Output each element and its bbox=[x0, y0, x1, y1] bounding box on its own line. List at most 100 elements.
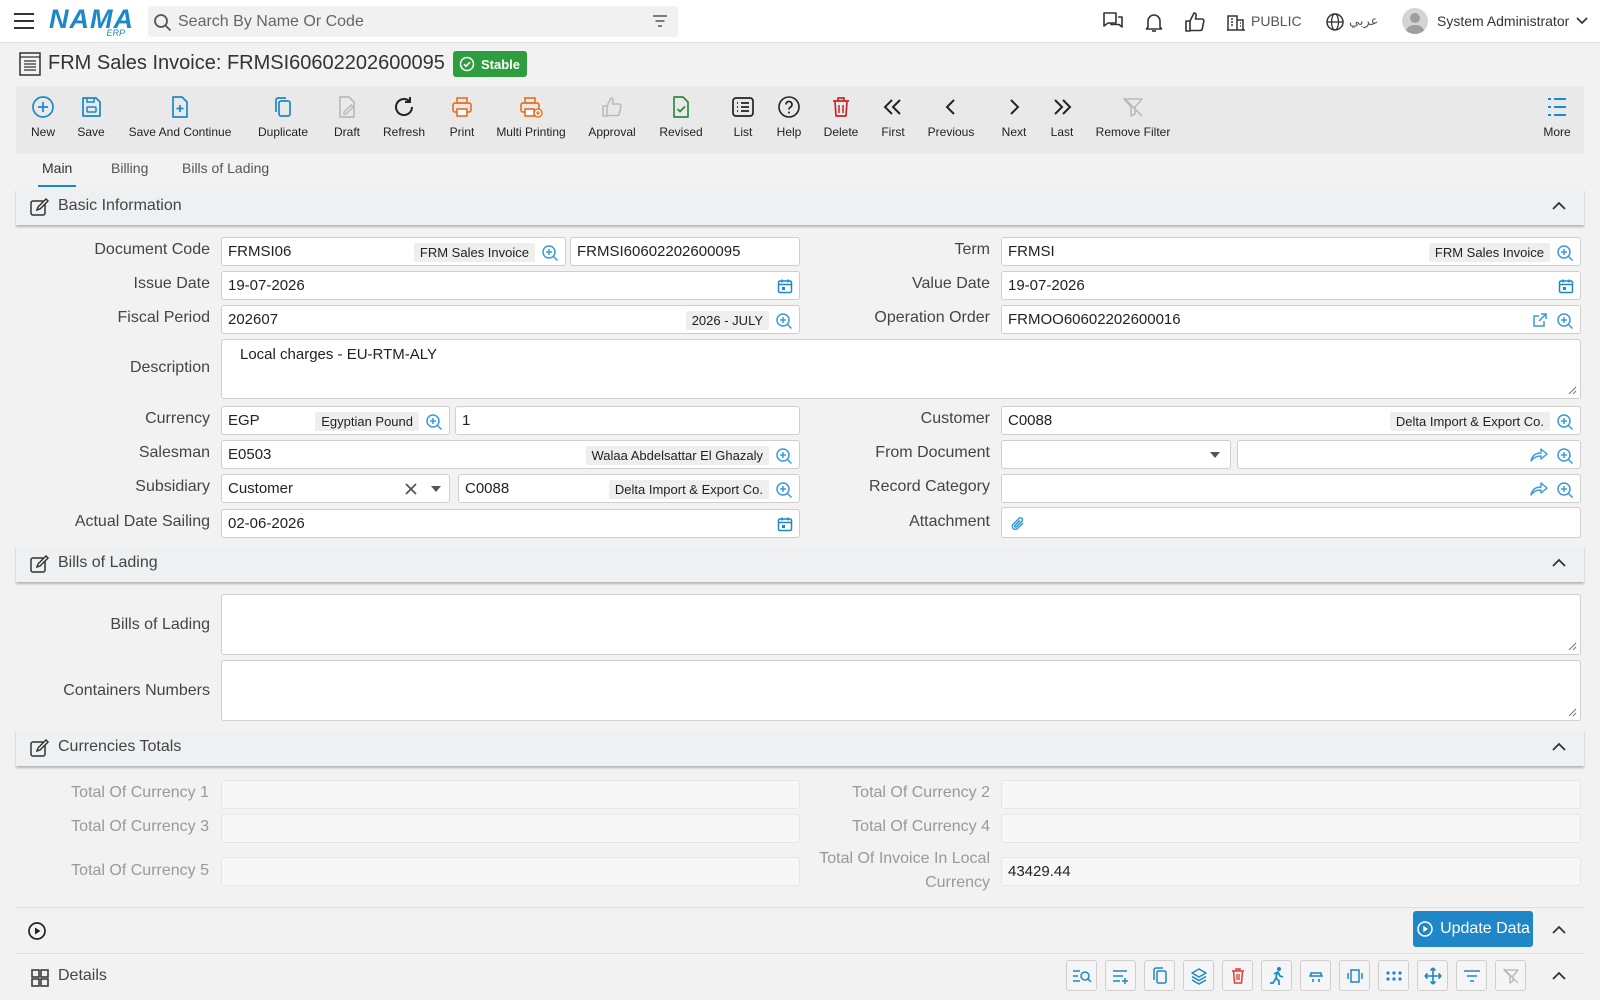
detail-columns-button[interactable] bbox=[1339, 960, 1370, 991]
nama-erp-logo[interactable]: NAMA ERP bbox=[49, 5, 133, 38]
lookup-search-icon[interactable] bbox=[775, 447, 793, 465]
detail-copy-button[interactable] bbox=[1144, 960, 1175, 991]
chevron-up-icon[interactable] bbox=[1552, 971, 1566, 980]
issue-date-field[interactable]: 19-07-2026 bbox=[221, 271, 800, 300]
next-button[interactable]: Next bbox=[1000, 86, 1028, 154]
description-textarea[interactable]: Local charges - EU-RTM-ALY bbox=[221, 339, 1581, 399]
lookup-search-icon[interactable] bbox=[1556, 312, 1574, 330]
chevron-up-icon[interactable] bbox=[1552, 201, 1566, 210]
globe-icon[interactable] bbox=[1325, 12, 1345, 32]
draft-button[interactable]: Draft bbox=[331, 86, 363, 154]
lookup-search-icon[interactable] bbox=[1556, 413, 1574, 431]
open-external-icon[interactable] bbox=[1532, 312, 1548, 328]
multi-printing-button[interactable]: Multi Printing bbox=[496, 86, 566, 154]
more-button[interactable]: More bbox=[1542, 86, 1572, 154]
currency-field[interactable]: EGP Egyptian Pound bbox=[221, 406, 450, 435]
caret-down-icon[interactable] bbox=[1210, 452, 1220, 458]
play-circle-icon[interactable] bbox=[27, 921, 47, 941]
hamburger-menu-icon[interactable] bbox=[13, 12, 35, 30]
search-input[interactable] bbox=[178, 6, 628, 37]
subsidiary-type-select[interactable]: Customer bbox=[221, 474, 450, 503]
tab-billing[interactable]: Billing bbox=[111, 160, 148, 176]
user-avatar[interactable] bbox=[1402, 8, 1428, 34]
lookup-search-icon[interactable] bbox=[1556, 447, 1574, 465]
subsidiary-field[interactable]: C0088 Delta Import & Export Co. bbox=[458, 474, 800, 503]
resize-grip-icon[interactable] bbox=[1568, 642, 1577, 651]
refresh-button[interactable]: Refresh bbox=[382, 86, 426, 154]
from-document-ref-field[interactable] bbox=[1237, 440, 1581, 469]
operation-order-field[interactable]: FRMOO60602202600016 bbox=[1001, 305, 1581, 334]
save-button[interactable]: Save bbox=[77, 86, 105, 154]
lookup-search-icon[interactable] bbox=[775, 481, 793, 499]
section-currencies-totals[interactable]: Currencies Totals bbox=[16, 730, 1584, 766]
first-button[interactable]: First bbox=[880, 86, 906, 154]
approval-button[interactable]: Approval bbox=[588, 86, 636, 154]
delete-button[interactable]: Delete bbox=[822, 86, 860, 154]
from-document-select[interactable] bbox=[1001, 440, 1231, 469]
containers-numbers-textarea[interactable] bbox=[221, 660, 1581, 721]
salesman-field[interactable]: E0503 Walaa Abdelsattar El Ghazaly bbox=[221, 440, 800, 469]
detail-delete-button[interactable] bbox=[1222, 960, 1253, 991]
notification-bell-icon[interactable] bbox=[1143, 11, 1165, 33]
public-label[interactable]: PUBLIC bbox=[1251, 13, 1302, 29]
term-field[interactable]: FRMSI FRM Sales Invoice bbox=[1001, 237, 1581, 266]
update-data-button[interactable]: Update Data bbox=[1413, 911, 1533, 947]
help-button[interactable]: Help bbox=[776, 86, 802, 154]
lookup-search-icon[interactable] bbox=[425, 413, 443, 431]
tab-main[interactable]: Main bbox=[37, 160, 77, 187]
section-bills-of-lading[interactable]: Bills of Lading bbox=[16, 546, 1584, 582]
detail-search-button[interactable] bbox=[1066, 960, 1097, 991]
detail-collapse-rows-button[interactable] bbox=[1300, 960, 1331, 991]
exchange-rate-field[interactable]: 1 bbox=[455, 406, 800, 435]
paperclip-icon[interactable] bbox=[1010, 515, 1026, 533]
print-button[interactable]: Print bbox=[448, 86, 476, 154]
remove-filter-button[interactable]: Remove Filter bbox=[1094, 86, 1172, 154]
thumbs-up-icon[interactable] bbox=[1183, 11, 1207, 33]
resize-grip-icon[interactable] bbox=[1568, 386, 1577, 395]
chevron-up-icon[interactable] bbox=[1552, 925, 1566, 934]
calendar-icon[interactable] bbox=[777, 516, 793, 532]
detail-run-button[interactable] bbox=[1261, 960, 1292, 991]
calendar-icon[interactable] bbox=[1558, 278, 1574, 294]
chevron-up-icon[interactable] bbox=[1552, 742, 1566, 751]
tab-bills-of-lading[interactable]: Bills of Lading bbox=[182, 160, 269, 176]
section-basic-information[interactable]: Basic Information bbox=[16, 189, 1584, 225]
detail-move-button[interactable] bbox=[1417, 960, 1448, 991]
bills-of-lading-textarea[interactable] bbox=[221, 594, 1581, 655]
detail-remove-filter-button[interactable] bbox=[1495, 960, 1526, 991]
record-category-field[interactable] bbox=[1001, 474, 1581, 503]
user-name[interactable]: System Administrator bbox=[1437, 13, 1569, 29]
customer-field[interactable]: C0088 Delta Import & Export Co. bbox=[1001, 406, 1581, 435]
new-button[interactable]: New bbox=[30, 86, 56, 154]
language-toggle[interactable]: عربي bbox=[1349, 13, 1378, 29]
resize-grip-icon[interactable] bbox=[1568, 708, 1577, 717]
clear-x-icon[interactable] bbox=[405, 483, 417, 495]
lookup-search-icon[interactable] bbox=[541, 244, 559, 262]
last-button[interactable]: Last bbox=[1048, 86, 1076, 154]
lookup-search-icon[interactable] bbox=[775, 312, 793, 330]
attachment-field[interactable] bbox=[1001, 507, 1581, 538]
revised-button[interactable]: Revised bbox=[658, 86, 704, 154]
caret-down-icon[interactable] bbox=[431, 486, 441, 492]
document-code-field[interactable]: FRMSI06 FRM Sales Invoice bbox=[221, 237, 566, 266]
share-arrow-icon[interactable] bbox=[1530, 481, 1548, 497]
filter-icon[interactable] bbox=[652, 14, 668, 28]
value-date-field[interactable]: 19-07-2026 bbox=[1001, 271, 1581, 300]
share-arrow-icon[interactable] bbox=[1530, 447, 1548, 463]
actual-date-sailing-field[interactable]: 02-06-2026 bbox=[221, 509, 800, 538]
calendar-icon[interactable] bbox=[777, 278, 793, 294]
fiscal-period-field[interactable]: 202607 2026 - JULY bbox=[221, 305, 800, 334]
document-number-field[interactable]: FRMSI60602202600095 bbox=[570, 237, 800, 266]
previous-button[interactable]: Previous bbox=[926, 86, 976, 154]
detail-filter-button[interactable] bbox=[1456, 960, 1487, 991]
lookup-search-icon[interactable] bbox=[1556, 481, 1574, 499]
chevron-down-icon[interactable] bbox=[1576, 17, 1588, 25]
detail-add-line-button[interactable] bbox=[1105, 960, 1136, 991]
detail-dots-button[interactable] bbox=[1378, 960, 1409, 991]
list-button[interactable]: List bbox=[730, 86, 756, 154]
duplicate-button[interactable]: Duplicate bbox=[258, 86, 308, 154]
lookup-search-icon[interactable] bbox=[1556, 244, 1574, 262]
detail-layers-button[interactable] bbox=[1183, 960, 1214, 991]
chevron-up-icon[interactable] bbox=[1552, 558, 1566, 567]
save-and-continue-button[interactable]: Save And Continue bbox=[128, 86, 232, 154]
